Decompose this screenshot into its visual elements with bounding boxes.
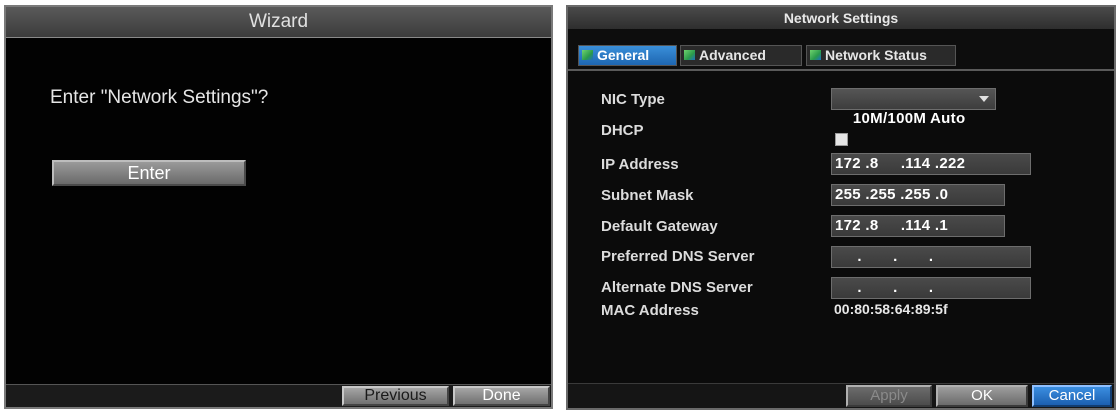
tab-advanced[interactable]: Advanced	[680, 45, 802, 66]
preferred-dns-field[interactable]: . . .	[831, 246, 1031, 268]
done-button[interactable]: Done	[453, 386, 550, 406]
tab-general[interactable]: General	[578, 45, 677, 66]
previous-button[interactable]: Previous	[342, 386, 449, 406]
wizard-footer: Previous Done	[6, 384, 551, 407]
nic-type-label: NIC Type	[601, 91, 665, 108]
ip-address-field[interactable]: 172 .8 .114 .222	[831, 153, 1031, 175]
default-gateway-label: Default Gateway	[601, 218, 718, 235]
wizard-title: Wizard	[6, 7, 551, 38]
apply-button[interactable]: Apply	[846, 385, 932, 407]
tab-flag-icon	[582, 50, 593, 60]
dhcp-label: DHCP	[601, 122, 644, 139]
ok-button[interactable]: OK	[936, 385, 1028, 407]
mac-address-label: MAC Address	[601, 302, 699, 319]
tab-bar: General Advanced Network Status	[568, 29, 1114, 71]
alternate-dns-field[interactable]: . . .	[831, 277, 1031, 299]
chevron-down-icon	[979, 96, 989, 102]
alternate-dns-label: Alternate DNS Server	[601, 279, 753, 296]
nic-type-select[interactable]: 10M/100M Auto	[831, 88, 996, 127]
cancel-button[interactable]: Cancel	[1032, 385, 1112, 407]
tab-advanced-label: Advanced	[699, 47, 766, 63]
preferred-dns-label: Preferred DNS Server	[601, 248, 755, 265]
tab-network-status-label: Network Status	[825, 47, 927, 63]
ip-address-label: IP Address	[601, 156, 679, 173]
wizard-dialog: Wizard Enter "Network Settings"? Enter P…	[4, 5, 553, 409]
tab-flag-icon	[684, 50, 695, 60]
tab-network-status[interactable]: Network Status	[806, 45, 956, 66]
wizard-question: Enter "Network Settings"?	[50, 87, 269, 108]
tab-flag-icon	[810, 50, 821, 60]
mac-address-value: 00:80:58:64:89:5f	[834, 301, 948, 317]
enter-button[interactable]: Enter	[52, 160, 246, 186]
network-settings-footer: Apply OK Cancel	[568, 383, 1114, 408]
dhcp-checkbox[interactable]	[835, 133, 848, 146]
subnet-mask-field[interactable]: 255 .255 .255 .0	[831, 184, 1005, 206]
default-gateway-field[interactable]: 172 .8 .114 .1	[831, 215, 1005, 237]
subnet-mask-label: Subnet Mask	[601, 187, 694, 204]
nic-type-value: 10M/100M Auto	[852, 110, 966, 127]
network-settings-title: Network Settings	[568, 7, 1114, 29]
network-settings-dialog: Network Settings General Advanced Networ…	[566, 5, 1116, 410]
tab-general-label: General	[597, 47, 650, 63]
